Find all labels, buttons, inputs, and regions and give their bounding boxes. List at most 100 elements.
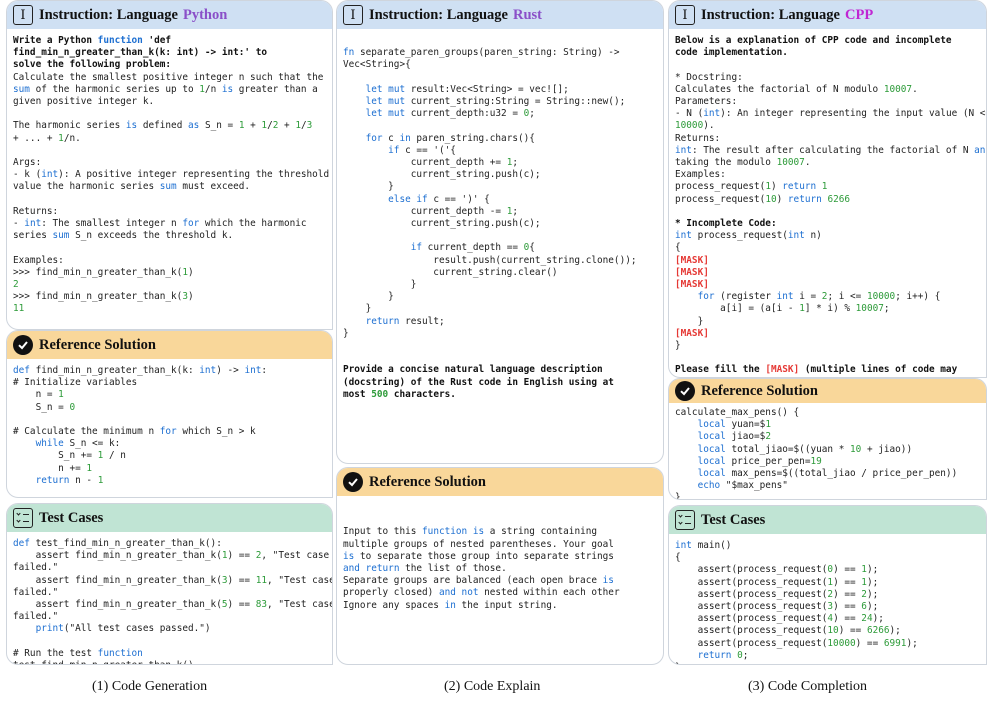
text-line: properly closed) and not nested within e…: [343, 587, 620, 599]
reference-title: Reference Solution: [701, 382, 818, 399]
text-line: [343, 230, 657, 242]
text-line: >>> find_min_n_greater_than_k(3): [13, 291, 194, 303]
text-line: int main(): [675, 540, 732, 551]
text-line: local yuan=$1: [697, 419, 771, 431]
text-line: assert(process_request(2) == 2);: [675, 588, 879, 600]
text-line: taking the modulo 10007.: [675, 157, 811, 169]
text-line: [343, 514, 657, 526]
tests-body: def test_find_min_n_greater_than_k(): as…: [7, 532, 333, 664]
text-line: return n - 1: [35, 474, 104, 486]
text-line: process_request(10) return 6266: [675, 193, 851, 205]
text-line: [343, 72, 657, 84]
text-line: int process_request(int n): [675, 230, 822, 242]
text-line: assert(process_request(4) == 24);: [675, 613, 884, 625]
text-line: }: [343, 327, 349, 339]
text-line: Vec<String>{: [343, 59, 411, 71]
text-line: (docstring) of the Rust code in English …: [343, 376, 614, 388]
text-line: if current_depth == 0{: [410, 242, 535, 254]
text-line: Examples:: [13, 254, 64, 266]
text-line: [13, 108, 326, 120]
text-line: 2: [13, 279, 19, 291]
text-line: # Run the test function: [13, 647, 143, 659]
text-line: Returns:: [13, 205, 59, 217]
text-line: [343, 340, 657, 352]
caption: (2) Code Explain: [444, 679, 541, 694]
text-line: current_depth += 1;: [343, 157, 518, 169]
text-line: }: [675, 315, 704, 327]
text-line: local max_pens=$((total_jiao / price_per…: [697, 468, 958, 480]
text-line: assert(process_request(0) == 1);: [675, 564, 879, 576]
text-line: [MASK]: [675, 279, 709, 291]
text-line: and return the list of those.: [343, 563, 507, 575]
text-line: current_string.push(c);: [343, 169, 541, 181]
tests-header: Test Cases: [669, 506, 986, 534]
text-line: - int: The smallest integer n for which …: [13, 218, 307, 230]
text-line: let mut result:Vec<String> = vec![];: [365, 83, 569, 95]
instruction-header: I Instruction: Language Python: [7, 1, 332, 29]
text-line: test_find_min_n_greater_than_k(): [13, 660, 326, 664]
text-line: let mut current_string:String = String::…: [365, 96, 626, 108]
text-line: assert(process_request(10) == 6266);: [675, 625, 901, 637]
check-circle-icon: [675, 381, 695, 401]
text-line: [13, 242, 326, 254]
text-line: Ignore any spaces in the input string.: [343, 599, 558, 611]
instruction-panel: I Instruction: Language CPP Below is a e…: [668, 0, 987, 378]
text-line: }: [343, 181, 394, 193]
text-line: Examples:: [675, 169, 726, 181]
text-line: current_depth -= 1;: [343, 205, 518, 217]
text-line: calculate_max_pens() {: [675, 407, 800, 418]
text-line: - k (int): A positive integer representi…: [13, 169, 330, 181]
text-line: int: The result after calculating the fa…: [675, 144, 986, 156]
instruction-i-icon: I: [675, 5, 695, 25]
reference-header: Reference Solution: [669, 379, 986, 403]
text-line: >>> find_min_n_greater_than_k(1): [13, 266, 194, 278]
reference-body: def find_min_n_greater_than_k(k: int) ->…: [7, 359, 332, 493]
language-name: Python: [182, 6, 228, 23]
text-line: # Calculate the minimum n for which S_n …: [13, 426, 256, 438]
check-circle-icon: [343, 472, 363, 492]
reference-title: Reference Solution: [369, 473, 486, 490]
text-line: [675, 352, 980, 364]
tests-panel: Test Cases def test_find_min_n_greater_t…: [6, 503, 333, 665]
text-line: [13, 194, 326, 206]
text-line: def test_find_min_n_greater_than_k():: [13, 538, 222, 549]
text-line: Please fill the [MASK] (multiple lines o…: [675, 364, 958, 376]
instruction-i-icon: I: [343, 5, 363, 25]
text-line: 11: [13, 303, 25, 315]
text-line: * Incomplete Code:: [675, 218, 777, 230]
text-line: Parameters:: [675, 96, 738, 108]
text-line: failed.": [13, 562, 59, 574]
text-line: assert find_min_n_greater_than_k(1) == 2…: [13, 550, 333, 562]
text-line: assert find_min_n_greater_than_k(3) == 1…: [13, 574, 333, 586]
instruction-body: Below is a explanation of CPP code and i…: [669, 29, 987, 377]
text-line: current_string.clear(): [343, 266, 558, 278]
text-line: [343, 35, 657, 47]
text-line: [343, 502, 657, 514]
text-line: failed.": [13, 586, 59, 598]
tests-title: Test Cases: [39, 509, 104, 526]
reference-panel: Reference Solution calculate_max_pens() …: [668, 378, 987, 500]
instruction-title: Instruction: Language: [701, 6, 840, 23]
text-line: S_n = 0: [13, 401, 76, 413]
text-line: - N (int): An integer representing the i…: [675, 108, 987, 120]
text-line: [343, 352, 657, 364]
text-line: [343, 120, 657, 132]
text-line: }: [675, 340, 681, 352]
text-line: let mut current_depth:u32 = 0;: [365, 108, 535, 120]
text-line: }: [343, 291, 394, 303]
text-line: return result;: [365, 315, 445, 327]
caption: (1) Code Generation: [92, 679, 208, 694]
text-line: assert(process_request(1) == 1);: [675, 576, 879, 588]
text-line: The harmonic series is defined as S_n = …: [13, 120, 313, 132]
tests-panel: Test Cases int main(){ assert(process_re…: [668, 505, 987, 665]
text-line: # Initialize variables: [13, 377, 138, 389]
text-line: [MASK]: [675, 327, 709, 339]
instruction-body: Write a Python function 'def find_min_n_g…: [7, 29, 332, 322]
reference-body: calculate_max_pens() { local yuan=$1 loc…: [669, 403, 986, 499]
reference-body: Input to this function is a string conta…: [337, 496, 663, 618]
text-line: a[i] = (a[i - 1] * i) % 10007;: [675, 303, 890, 315]
text-line: echo "$max_pens": [697, 480, 788, 492]
text-line: is to separate those group into separate…: [343, 550, 614, 562]
text-line: process_request(1) return 1: [675, 181, 828, 193]
tests-body: int main(){ assert(process_request(0) ==…: [669, 534, 986, 664]
